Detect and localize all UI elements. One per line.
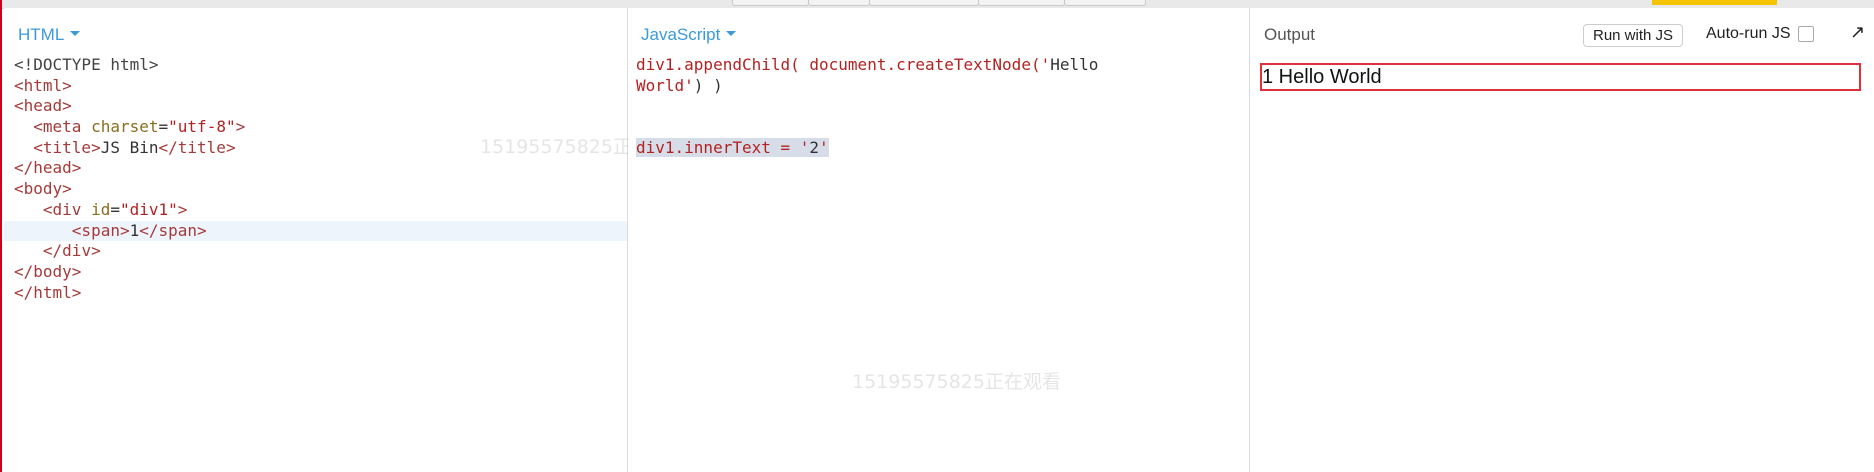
run-with-js-button[interactable]: Run with JS (1583, 24, 1684, 47)
js-panel: JavaScript div1.appendChild( document.cr… (628, 8, 1250, 472)
html-panel-title[interactable]: HTML (18, 25, 81, 45)
html-panel-title-label: HTML (18, 25, 65, 44)
code-line[interactable]: <span>1</span> (4, 220, 627, 242)
js-panel-title-label: JavaScript (641, 25, 721, 44)
html-code-editor[interactable]: <!DOCTYPE html> <html> <head> <meta charse… (4, 55, 627, 303)
code-line[interactable]: World') ) (628, 76, 1249, 97)
code-line[interactable]: </body> (4, 262, 627, 283)
code-line[interactable]: <title>JS Bin</title> (4, 138, 627, 159)
js-code-editor[interactable]: div1.appendChild( document.createTextNod… (628, 55, 1249, 158)
code-line[interactable]: <body> (4, 179, 627, 200)
code-line[interactable]: <div id="div1"> (4, 200, 627, 221)
code-line[interactable]: div1.appendChild( document.createTextNod… (628, 55, 1249, 76)
code-line[interactable] (628, 117, 1249, 138)
code-line[interactable]: div1.innerText = '2' (628, 137, 1249, 159)
code-line[interactable]: <meta charset="utf-8"> (4, 117, 627, 138)
code-line[interactable] (628, 96, 1249, 117)
toolbar-tab[interactable] (869, 0, 979, 6)
code-line[interactable]: <head> (4, 96, 627, 117)
chevron-down-icon (726, 31, 737, 37)
code-line[interactable]: </div> (4, 241, 627, 262)
code-line[interactable]: <!DOCTYPE html> (4, 55, 627, 76)
auto-run-toggle[interactable]: Auto-run JS (1706, 25, 1815, 43)
auto-run-label: Auto-run JS (1706, 25, 1791, 42)
toolbar-tab[interactable] (1064, 0, 1146, 6)
js-panel-title[interactable]: JavaScript (641, 25, 737, 45)
code-line[interactable]: <html> (4, 76, 627, 97)
output-rendered-content: 1 Hello World (1260, 63, 1861, 91)
toolbar-tab[interactable] (808, 0, 870, 6)
output-panel-title: Output (1264, 25, 1316, 44)
app-frame: HTML <!DOCTYPE html> <html> <head> <meta c… (0, 0, 1874, 472)
popout-arrow-icon[interactable]: ↗ (1850, 22, 1865, 43)
code-line[interactable]: </head> (4, 158, 627, 179)
output-panel: Output Run with JS Auto-run JS ↗ 1 Hello… (1250, 8, 1874, 472)
html-panel: HTML <!DOCTYPE html> <html> <head> <meta c… (4, 8, 689, 472)
toolbar-tab[interactable] (978, 0, 1065, 6)
chevron-down-icon (70, 31, 81, 37)
account-button[interactable] (1652, 0, 1777, 5)
watermark-text: 15195575825正在观看 (852, 371, 1061, 393)
code-line[interactable]: </html> (4, 283, 627, 304)
toolbar-tab[interactable] (732, 0, 809, 6)
auto-run-checkbox[interactable] (1798, 26, 1815, 42)
